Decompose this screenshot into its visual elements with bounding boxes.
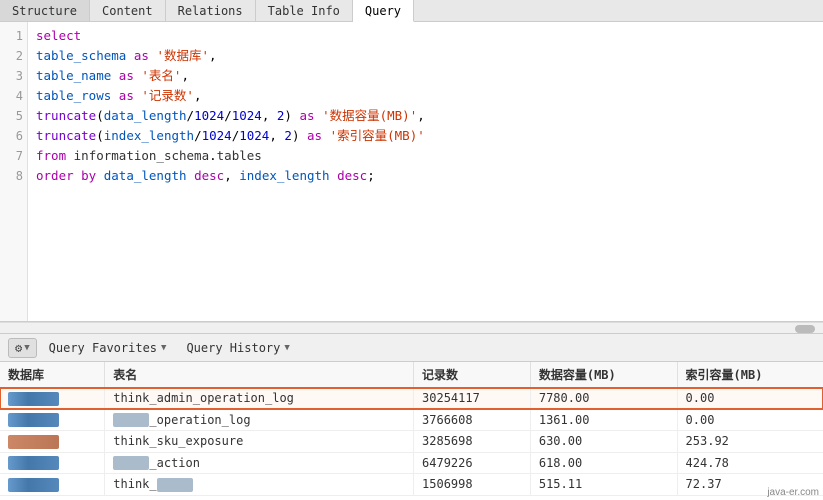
redacted-db-2 <box>8 413 59 427</box>
table-header-row: 数据库 表名 记录数 数据容量(MB) 索引容量(MB) <box>0 362 823 388</box>
cell-db <box>0 474 105 496</box>
query-history-chevron-icon: ▼ <box>284 343 289 353</box>
redacted-db-5 <box>8 478 59 492</box>
table-row[interactable]: think_admin_operation_log 30254117 7780.… <box>0 388 823 410</box>
gear-icon: ⚙ <box>15 341 22 355</box>
tab-content[interactable]: Content <box>90 0 166 21</box>
tab-structure[interactable]: Structure <box>0 0 90 21</box>
tab-bar: Structure Content Relations Table Info Q… <box>0 0 823 22</box>
gear-chevron-icon: ▼ <box>24 343 29 353</box>
cell-db <box>0 431 105 453</box>
table-row[interactable]: think_sku_exposure 3285698 630.00 253.92 <box>0 431 823 453</box>
cell-records: 3285698 <box>414 431 531 453</box>
cell-table: think_admin_operation_log <box>105 388 414 410</box>
redacted-tbl-2 <box>113 413 149 427</box>
cell-records: 6479226 <box>414 452 531 474</box>
redacted-tbl-4 <box>113 456 149 470</box>
cell-table: _action <box>105 452 414 474</box>
tab-relations[interactable]: Relations <box>166 0 256 21</box>
cell-records: 1506998 <box>414 474 531 496</box>
cell-db <box>0 452 105 474</box>
code-content: select table_schema as '数据库', table_name… <box>28 22 823 190</box>
query-favorites-chevron-icon: ▼ <box>161 343 166 353</box>
scrollbar-thumb[interactable] <box>795 325 815 333</box>
query-history-button[interactable]: Query History ▼ <box>178 339 297 357</box>
redacted-db-4 <box>8 456 59 470</box>
gear-button[interactable]: ⚙ ▼ <box>8 338 37 358</box>
cell-data-size: 618.00 <box>530 452 677 474</box>
redacted-db-3 <box>8 435 59 449</box>
col-header-records[interactable]: 记录数 <box>414 362 531 388</box>
editor-scrollbar[interactable] <box>0 322 823 334</box>
table-row[interactable]: think_ 1506998 515.11 72.37 <box>0 474 823 496</box>
col-header-db[interactable]: 数据库 <box>0 362 105 388</box>
redacted-db-1 <box>8 392 59 406</box>
cell-index-size: 253.92 <box>677 431 823 453</box>
cell-data-size: 515.11 <box>530 474 677 496</box>
cell-data-size: 630.00 <box>530 431 677 453</box>
query-favorites-button[interactable]: Query Favorites ▼ <box>41 339 175 357</box>
query-history-label: Query History <box>186 341 280 355</box>
tab-query[interactable]: Query <box>353 0 414 22</box>
cell-data-size: 1361.00 <box>530 409 677 431</box>
col-header-index-size[interactable]: 索引容量(MB) <box>677 362 823 388</box>
cell-index-size: 0.00 <box>677 388 823 410</box>
watermark: java-er.com <box>767 487 819 498</box>
table-row[interactable]: _operation_log 3766608 1361.00 0.00 <box>0 409 823 431</box>
cell-db <box>0 388 105 410</box>
cell-data-size: 7780.00 <box>530 388 677 410</box>
bottom-toolbar: ⚙ ▼ Query Favorites ▼ Query History ▼ <box>0 334 823 362</box>
cell-table: _operation_log <box>105 409 414 431</box>
results-area[interactable]: 数据库 表名 记录数 数据容量(MB) 索引容量(MB) think_admin… <box>0 362 823 500</box>
table-row[interactable]: _action 6479226 618.00 424.78 <box>0 452 823 474</box>
tab-tableinfo[interactable]: Table Info <box>256 0 353 21</box>
cell-records: 30254117 <box>414 388 531 410</box>
cell-table: think_sku_exposure <box>105 431 414 453</box>
cell-db <box>0 409 105 431</box>
sql-editor[interactable]: 1 2 3 4 5 6 7 8 select table_schema as '… <box>0 22 823 322</box>
cell-records: 3766608 <box>414 409 531 431</box>
col-header-table[interactable]: 表名 <box>105 362 414 388</box>
col-header-data-size[interactable]: 数据容量(MB) <box>530 362 677 388</box>
cell-index-size: 424.78 <box>677 452 823 474</box>
query-favorites-label: Query Favorites <box>49 341 157 355</box>
cell-table: think_ <box>105 474 414 496</box>
line-numbers: 1 2 3 4 5 6 7 8 <box>0 22 28 321</box>
results-table: 数据库 表名 记录数 数据容量(MB) 索引容量(MB) think_admin… <box>0 362 823 496</box>
cell-index-size: 0.00 <box>677 409 823 431</box>
redacted-tbl-5 <box>157 478 193 492</box>
